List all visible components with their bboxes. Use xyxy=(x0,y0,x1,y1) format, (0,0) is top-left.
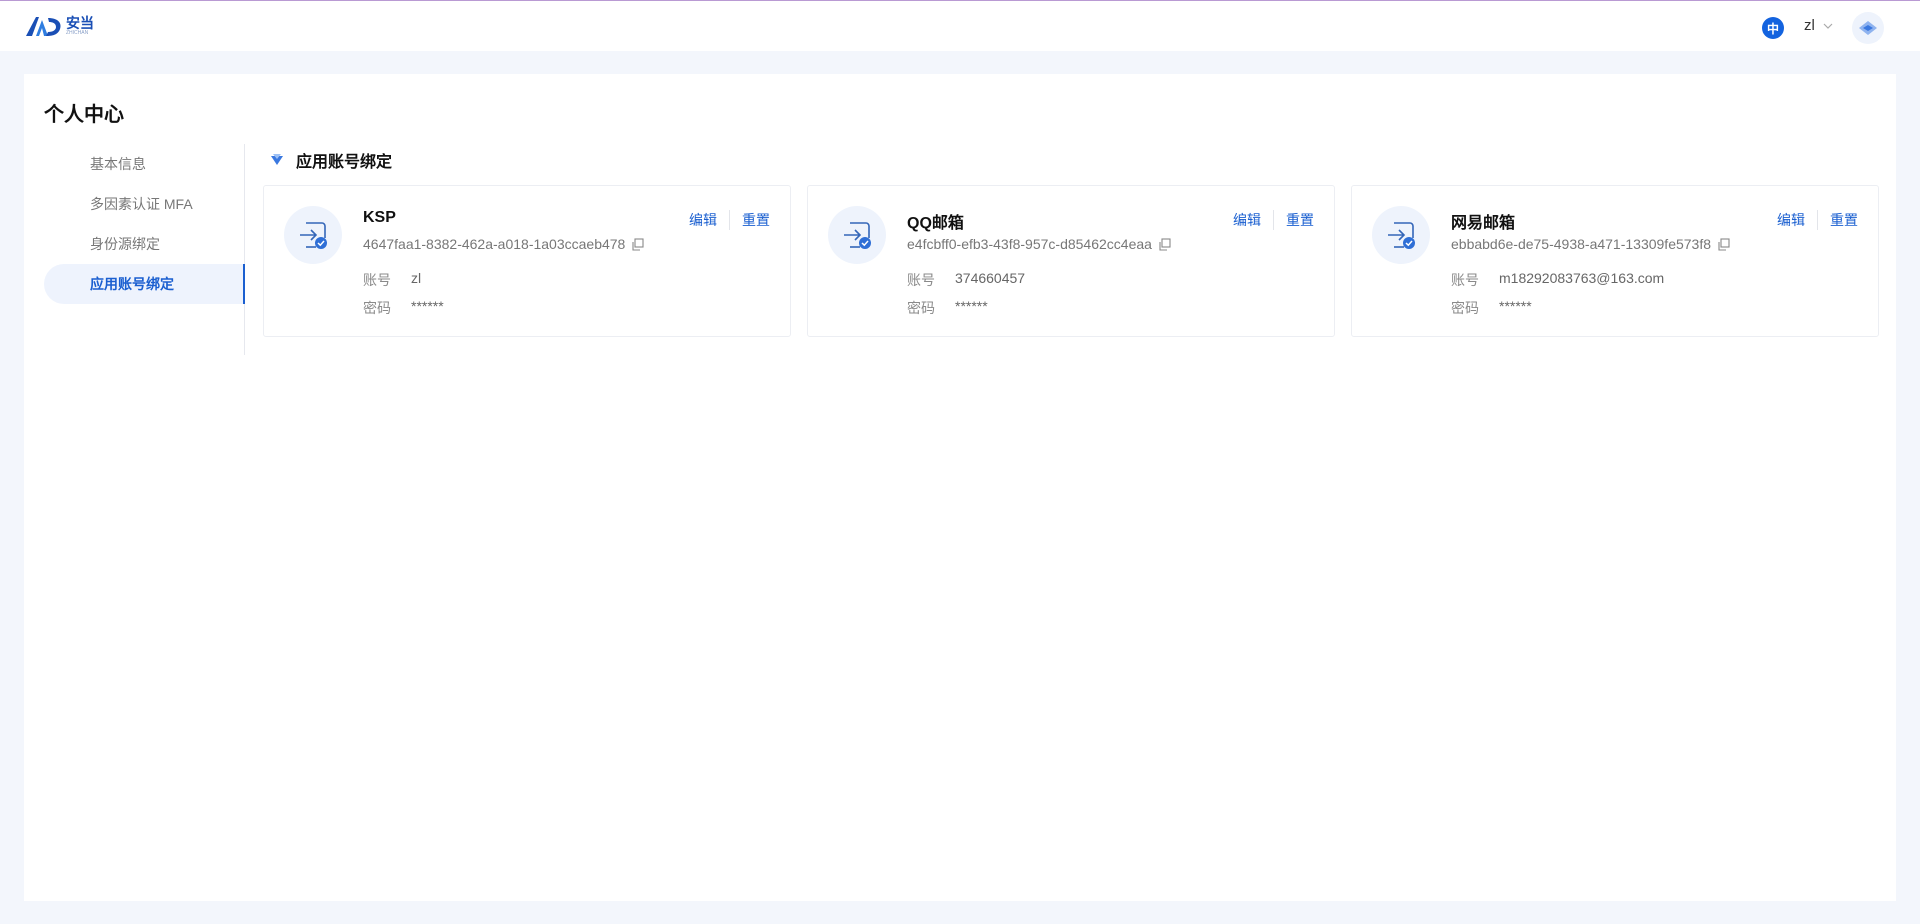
edit-button[interactable]: 编辑 xyxy=(689,210,717,230)
logo[interactable]: 安当 ZHICHAN xyxy=(24,13,94,39)
app-name: QQ邮箱 xyxy=(907,215,964,232)
section-marker-icon xyxy=(271,154,283,165)
password-row: 密码 ****** xyxy=(1451,298,1532,318)
edit-button[interactable]: 编辑 xyxy=(1777,210,1805,230)
sidenav-item-identity-source[interactable]: 身份源绑定 xyxy=(44,224,244,264)
app-login-icon xyxy=(284,206,342,264)
password-label: 密码 xyxy=(363,300,391,316)
password-value: ****** xyxy=(955,298,988,314)
section-header: 应用账号绑定 xyxy=(270,148,392,172)
edit-button[interactable]: 编辑 xyxy=(1233,210,1261,230)
account-label: 账号 xyxy=(1451,272,1479,288)
app-id: ebbabd6e-de75-4938-a471-13309fe573f8 xyxy=(1451,236,1730,252)
page-title: 个人中心 xyxy=(44,104,124,126)
app-account-cards: KSP 4647faa1-8382-462a-a018-1a03ccaeb478… xyxy=(263,185,1879,337)
copy-icon[interactable] xyxy=(1717,237,1730,251)
app-login-icon xyxy=(828,206,886,264)
account-row: 账号 zl xyxy=(363,270,421,290)
app-id-text: 4647faa1-8382-462a-a018-1a03ccaeb478 xyxy=(363,236,626,252)
action-divider xyxy=(729,210,730,230)
app-account-card: 网易邮箱 ebbabd6e-de75-4938-a471-13309fe573f… xyxy=(1351,185,1879,337)
account-value: 374660457 xyxy=(955,270,1026,286)
account-label: 账号 xyxy=(363,272,391,288)
account-row: 账号 m18292083763@163.com xyxy=(1451,270,1664,290)
user-menu[interactable]: zl xyxy=(1804,17,1833,34)
app-name: KSP xyxy=(363,209,396,226)
logo-subtext: ZHICHAN xyxy=(66,30,89,36)
avatar-icon xyxy=(1859,21,1877,35)
account-row: 账号 374660457 xyxy=(907,270,1025,290)
profile-sidenav: 基本信息 多因素认证 MFA 身份源绑定 应用账号绑定 xyxy=(44,144,245,355)
chevron-down-icon xyxy=(1823,23,1833,29)
app-name: 网易邮箱 xyxy=(1451,215,1516,232)
account-label: 账号 xyxy=(907,272,935,288)
action-divider xyxy=(1817,210,1818,230)
app-account-card: QQ邮箱 e4fcbff0-efb3-43f8-957c-d85462cc4ea… xyxy=(807,185,1335,337)
password-value: ****** xyxy=(1499,298,1532,314)
top-header: 安当 ZHICHAN 中 zl xyxy=(0,1,1920,51)
account-value: m18292083763@163.com xyxy=(1499,270,1665,286)
action-divider xyxy=(1273,210,1274,230)
password-row: 密码 ****** xyxy=(907,298,988,318)
reset-button[interactable]: 重置 xyxy=(1286,210,1314,230)
card-actions: 编辑 重置 xyxy=(1233,210,1314,230)
main-panel: 个人中心 基本信息 多因素认证 MFA 身份源绑定 应用账号绑定 应用账号绑定 xyxy=(24,74,1896,901)
logo-icon xyxy=(26,17,61,36)
sidenav-item-mfa[interactable]: 多因素认证 MFA xyxy=(44,184,244,224)
app-id-text: e4fcbff0-efb3-43f8-957c-d85462cc4eaa xyxy=(907,236,1152,252)
account-value: zl xyxy=(411,270,422,286)
password-label: 密码 xyxy=(907,300,935,316)
sidenav-item-app-account[interactable]: 应用账号绑定 xyxy=(44,264,245,304)
reset-button[interactable]: 重置 xyxy=(742,210,770,230)
card-actions: 编辑 重置 xyxy=(689,210,770,230)
app-id: e4fcbff0-efb3-43f8-957c-d85462cc4eaa xyxy=(907,236,1171,252)
app-account-card: KSP 4647faa1-8382-462a-a018-1a03ccaeb478… xyxy=(263,185,791,337)
app-login-icon xyxy=(1372,206,1430,264)
password-label: 密码 xyxy=(1451,300,1479,316)
language-switch-button[interactable]: 中 xyxy=(1762,17,1784,39)
section-title: 应用账号绑定 xyxy=(296,154,393,171)
logo-text: 安当 xyxy=(66,15,94,31)
reset-button[interactable]: 重置 xyxy=(1830,210,1858,230)
copy-icon[interactable] xyxy=(1158,237,1171,251)
copy-icon[interactable] xyxy=(631,237,644,251)
card-actions: 编辑 重置 xyxy=(1777,210,1858,230)
password-value: ****** xyxy=(411,298,444,314)
username: zl xyxy=(1804,17,1815,34)
avatar[interactable] xyxy=(1852,12,1884,44)
app-id-text: ebbabd6e-de75-4938-a471-13309fe573f8 xyxy=(1451,236,1712,252)
sidenav-item-basic-info[interactable]: 基本信息 xyxy=(44,144,244,184)
app-id: 4647faa1-8382-462a-a018-1a03ccaeb478 xyxy=(363,236,644,252)
password-row: 密码 ****** xyxy=(363,298,444,318)
